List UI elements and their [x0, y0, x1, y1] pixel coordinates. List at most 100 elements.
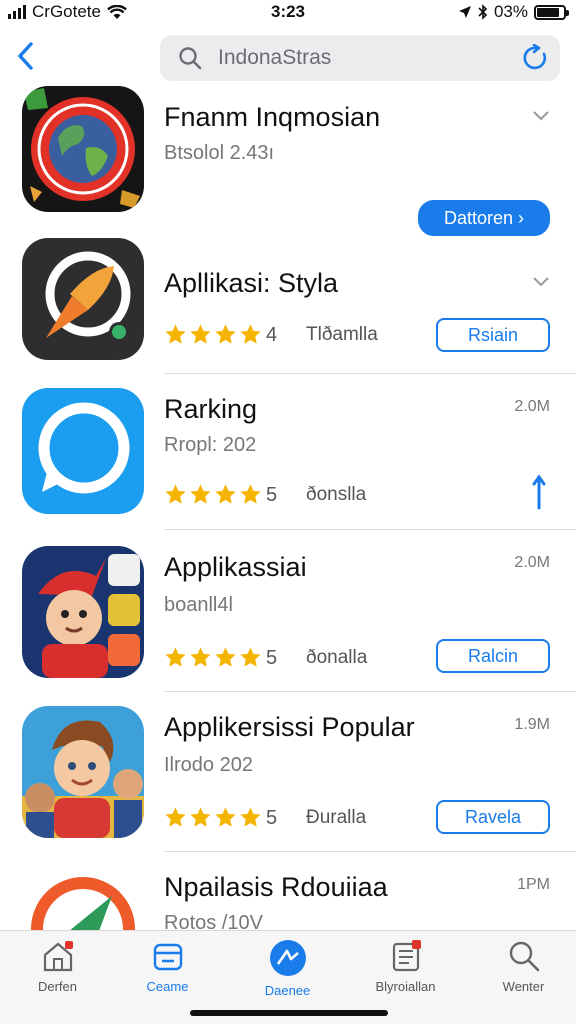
rating-count: 5	[266, 807, 278, 829]
app-title: Rarking	[164, 394, 258, 424]
character-icon	[38, 554, 140, 678]
bluetooth-icon	[478, 4, 488, 20]
divider	[164, 851, 576, 852]
globe-icon	[24, 88, 140, 208]
tab-label: Derfen	[37, 979, 78, 994]
star-icon	[165, 807, 186, 827]
app-subtitle: Ilrodo 202	[164, 754, 253, 776]
star-icon	[215, 807, 236, 827]
get-button[interactable]: Ravela	[436, 800, 550, 834]
arrow-target-icon	[31, 877, 135, 930]
star-icon	[240, 807, 261, 827]
star-icon	[240, 484, 261, 504]
rating-stars	[164, 646, 262, 669]
battery-percent: 03%	[493, 2, 528, 21]
tab-discover[interactable]: Daenee	[230, 939, 345, 998]
star-icon	[215, 484, 236, 504]
details-button[interactable]: Dattoren ›	[418, 200, 550, 236]
kids-icon	[22, 720, 144, 838]
list-item[interactable]: Npailasis Rdouiiaa Rotos /10V 1PM	[0, 866, 576, 930]
app-subtitle: Rotos /10V	[164, 912, 263, 930]
app-icon-character[interactable]	[22, 546, 144, 678]
star-icon	[165, 647, 186, 667]
search-icon	[509, 941, 539, 972]
developer-name: ðonslla	[306, 484, 367, 505]
developer-name: Tlðamlla	[306, 324, 378, 345]
battery-fill	[537, 7, 560, 17]
search-query[interactable]: IndonaStras	[218, 46, 331, 70]
apps-icon	[153, 943, 182, 971]
app-icon-kids[interactable]	[22, 706, 144, 838]
tab-library[interactable]: Blyroiallan	[348, 939, 463, 994]
star-icon	[215, 324, 236, 344]
list-item[interactable]: Fnanm Inqmosian Btsolol 2.43ı Dattoren ›	[0, 86, 576, 236]
status-bar: CrGotete 3:23 03%	[0, 0, 576, 26]
list-item[interactable]: Apllikasi: Styla 4 Tlðamlla Rsiain	[0, 238, 576, 374]
app-title: Apllikasi: Styla	[164, 268, 339, 298]
tab-label: Blyroiallan	[375, 979, 436, 994]
get-button[interactable]: Ralcin	[436, 639, 550, 673]
tab-label: Daenee	[264, 983, 311, 998]
app-size: 1.9M	[514, 716, 550, 733]
star-icon	[165, 324, 186, 344]
get-button[interactable]: Rsiain	[436, 318, 550, 352]
app-icon-chat[interactable]	[22, 388, 144, 514]
app-subtitle: Btsolol 2.43ı	[164, 142, 275, 164]
app-icon-globe[interactable]	[22, 86, 144, 212]
search-field[interactable]: IndonaStras	[160, 35, 560, 81]
battery-icon	[534, 4, 569, 20]
star-icon	[240, 647, 261, 667]
list-item[interactable]: Rarking Rropl: 202 2.0M 5 ðonslla	[0, 388, 576, 530]
search-icon	[179, 47, 202, 70]
app-icon-rocket[interactable]	[22, 238, 144, 360]
location-icon	[458, 6, 471, 18]
app-title: Npailasis Rdouiiaa	[164, 872, 388, 902]
app-title: Applikersissi Popular	[164, 712, 415, 742]
app-size: 1PM	[517, 876, 550, 893]
developer-name: Ðuralla	[306, 807, 367, 828]
rating-count: 5	[266, 647, 278, 669]
rating-count: 5	[266, 484, 278, 506]
rocket-icon	[45, 251, 131, 342]
tab-apps[interactable]: Ceame	[110, 939, 225, 994]
app-title: Fnanm Inqmosian	[164, 102, 381, 132]
rating-stars	[164, 323, 262, 346]
rating-stars	[164, 483, 262, 506]
update-arrow-icon[interactable]	[532, 474, 546, 510]
list-item[interactable]: Applikersissi Popular Ilrodo 202 1.9M 5 …	[0, 706, 576, 852]
app-size: 2.0M	[514, 398, 550, 415]
chevron-down-icon[interactable]	[532, 110, 550, 122]
divider	[164, 529, 576, 530]
star-icon	[240, 324, 261, 344]
chevron-left-icon	[18, 42, 33, 70]
app-subtitle: Rropl: 202	[164, 434, 257, 456]
star-icon	[190, 324, 211, 344]
status-right: 03%	[458, 2, 569, 22]
library-icon	[392, 940, 421, 972]
app-icon-arrow[interactable]	[22, 866, 144, 930]
home-icon	[43, 941, 73, 972]
compass-icon	[269, 940, 306, 976]
app-title: Applikassiai	[164, 552, 307, 582]
home-indicator[interactable]	[190, 1010, 388, 1016]
star-icon	[190, 647, 211, 667]
developer-name: ðonalla	[306, 647, 368, 668]
chat-bubble-icon	[38, 402, 130, 494]
tab-label: Wenter	[502, 979, 545, 994]
chevron-down-icon[interactable]	[532, 276, 550, 288]
tab-label: Ceame	[146, 979, 189, 994]
app-size: 2.0M	[514, 554, 550, 571]
divider	[164, 691, 576, 692]
refresh-icon[interactable]	[522, 44, 550, 72]
tab-home[interactable]: Derfen	[0, 939, 115, 994]
list-item[interactable]: Applikassiai boanll4l 2.0M 5 ðonalla Ral…	[0, 546, 576, 692]
star-icon	[190, 484, 211, 504]
star-icon	[215, 647, 236, 667]
rating-count: 4	[266, 324, 278, 346]
app-subtitle: boanll4l	[164, 594, 233, 616]
back-button[interactable]	[14, 40, 38, 72]
star-icon	[165, 484, 186, 504]
tab-search[interactable]: Wenter	[466, 939, 576, 994]
divider	[164, 373, 576, 374]
star-icon	[190, 807, 211, 827]
